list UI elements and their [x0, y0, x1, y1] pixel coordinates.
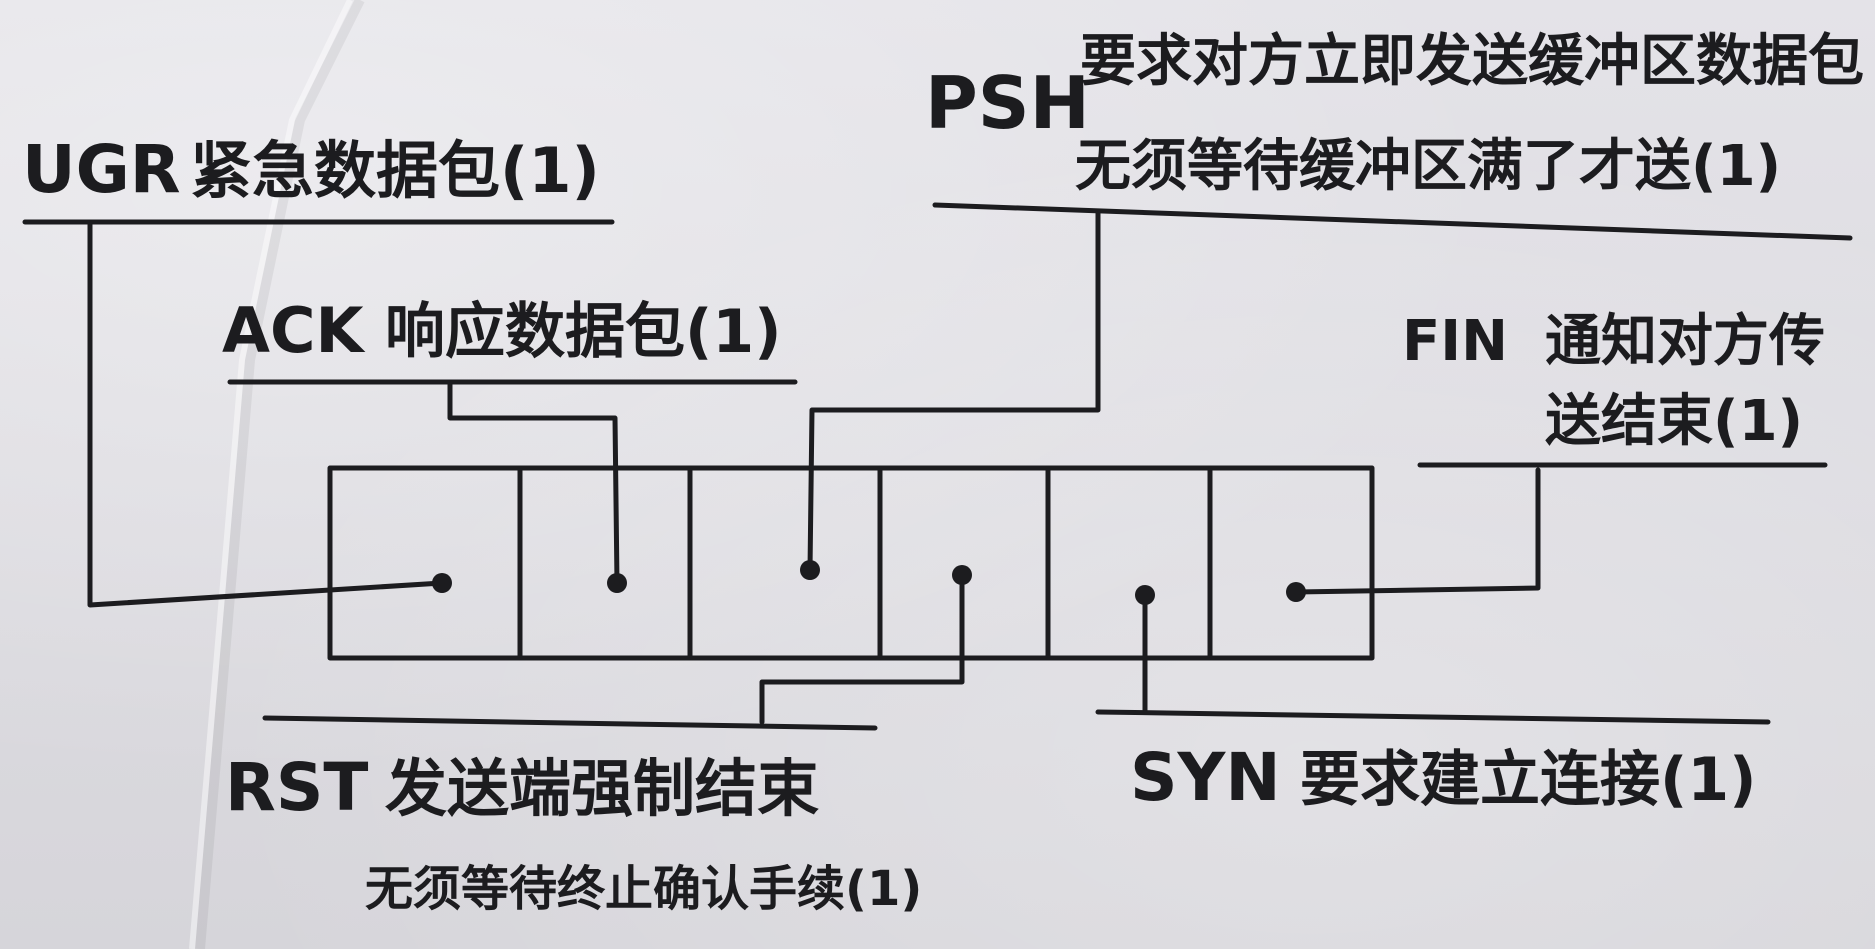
- syn-description: 要求建立连接(1): [1300, 745, 1757, 815]
- fin-line-2: 送结束(1): [1545, 389, 1803, 454]
- syn-name: SYN: [1130, 739, 1281, 816]
- diagram-canvas: UGR 紧急数据包(1) ACK 响应数据包(1) PSH 要求对方立即发送缓冲…: [0, 0, 1875, 949]
- flag-urg: UGR 紧急数据包(1): [22, 131, 615, 608]
- urg-description: 紧急数据包(1): [190, 134, 600, 207]
- flag-rst: RST 发送端强制结束 无须等待终止确认手续(1): [225, 572, 965, 917]
- flag-syn: SYN 要求建立连接(1): [1095, 592, 1771, 816]
- psh-underline: [932, 202, 1853, 241]
- flag-psh: PSH 要求对方立即发送缓冲区数据包 无须等待缓冲区满了才送(1): [807, 29, 1864, 573]
- fin-connector: [1293, 467, 1541, 595]
- ack-name: ACK: [222, 294, 365, 367]
- psh-line-2: 无须等待缓冲区满了才送(1): [1075, 134, 1781, 199]
- psh-name: PSH: [925, 61, 1090, 145]
- psh-connector: [807, 209, 1101, 573]
- rst-connector: [759, 572, 965, 725]
- rst-underline: [262, 715, 878, 731]
- rst-line-1: 发送端强制结束: [385, 752, 819, 825]
- flag-register: [327, 465, 1375, 661]
- syn-underline: [1095, 709, 1771, 725]
- ack-connector: [447, 379, 620, 586]
- tcp-flags-diagram: UGR 紧急数据包(1) ACK 响应数据包(1) PSH 要求对方立即发送缓冲…: [22, 0, 1864, 949]
- flag-fin: FIN 通知对方传 送结束(1): [1293, 309, 1828, 595]
- flag-ack: ACK 响应数据包(1): [222, 294, 798, 586]
- fin-line-1: 通知对方传: [1545, 309, 1825, 374]
- urg-name: UGR: [22, 131, 181, 208]
- psh-line-1: 要求对方立即发送缓冲区数据包: [1080, 29, 1864, 94]
- rst-line-2: 无须等待终止确认手续(1): [365, 861, 922, 917]
- rst-name: RST: [225, 749, 368, 826]
- fin-name: FIN: [1402, 309, 1508, 374]
- register-outline: [327, 465, 1375, 661]
- ack-description: 响应数据包(1): [385, 297, 782, 367]
